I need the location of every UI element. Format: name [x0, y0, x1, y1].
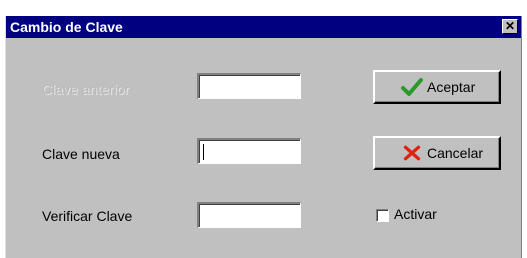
old-password-field[interactable] — [197, 73, 301, 99]
verify-password-field[interactable] — [197, 202, 301, 228]
title-bar[interactable]: Cambio de Clave ✕ — [6, 16, 521, 38]
close-button[interactable]: ✕ — [502, 19, 518, 34]
cancel-button-label: Cancelar — [427, 145, 484, 161]
new-password-field[interactable] — [197, 138, 301, 164]
checkmark-icon — [401, 78, 423, 96]
close-icon: ✕ — [504, 19, 516, 33]
accept-button-label: Aceptar — [427, 79, 476, 95]
x-icon — [403, 145, 421, 161]
text-caret — [203, 144, 204, 160]
activate-checkbox[interactable] — [376, 209, 389, 222]
window-title: Cambio de Clave — [10, 19, 123, 35]
old-password-label: Clave anterior — [42, 81, 130, 97]
accept-button[interactable]: Aceptar — [373, 70, 501, 104]
new-password-label: Clave nueva — [42, 146, 120, 162]
cancel-button[interactable]: Cancelar — [373, 136, 501, 170]
activate-label: Activar — [394, 206, 437, 222]
password-change-dialog: Cambio de Clave ✕ Clave anterior Clave n… — [5, 16, 522, 258]
verify-password-label: Verificar Clave — [42, 208, 133, 224]
